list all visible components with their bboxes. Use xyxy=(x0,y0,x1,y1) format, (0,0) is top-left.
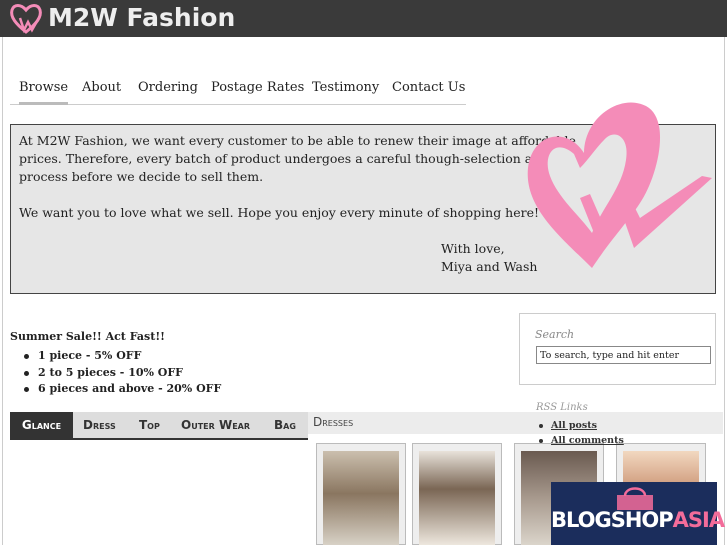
heart-w-graphic xyxy=(527,102,712,268)
heart-w-logo-icon[interactable] xyxy=(8,2,44,36)
rss-link-all-posts[interactable]: All posts xyxy=(536,418,624,433)
tab-dress[interactable]: Dress xyxy=(83,412,116,438)
blogshopasia-ad[interactable]: BLOGSHOPASIA xyxy=(551,482,725,545)
search-input[interactable] xyxy=(536,346,711,364)
nav-item-contact-us[interactable]: Contact Us xyxy=(392,78,465,98)
intro-text-line1: At M2W Fashion, we want every customer t… xyxy=(19,133,576,148)
signoff-line1: With love, xyxy=(441,241,505,256)
ad-text: BLOGSHOPASIA xyxy=(551,508,725,532)
sale-item: 1 piece - 5% OFF xyxy=(10,348,270,365)
sale-list: 1 piece - 5% OFF 2 to 5 pieces - 10% OFF… xyxy=(10,348,270,398)
shopping-bag-icon xyxy=(617,487,653,510)
intro-text-line3: process before we decide to sell them. xyxy=(19,169,264,184)
product-thumbnail[interactable] xyxy=(412,443,502,545)
nav-item-testimony[interactable]: Testimony xyxy=(312,78,379,98)
site-header: M2W Fashion xyxy=(0,0,727,37)
search-label: Search xyxy=(535,328,575,341)
dresses-header: Dresses xyxy=(308,412,723,434)
nav-item-ordering[interactable]: Ordering xyxy=(138,78,198,98)
intro-text-paragraph2: We want you to love what we sell. Hope y… xyxy=(19,205,540,220)
intro-text-line2: prices. Therefore, every batch of produc… xyxy=(19,151,604,166)
product-image[interactable] xyxy=(419,451,495,545)
rss-title: RSS Links xyxy=(536,402,588,413)
search-widget: Search xyxy=(519,313,716,385)
nav-item-browse[interactable]: Browse xyxy=(19,78,69,105)
tab-top[interactable]: Top xyxy=(139,412,160,438)
sale-item: 6 pieces and above - 20% OFF xyxy=(10,381,270,398)
ad-text-main: BLOGSHOP xyxy=(551,508,674,532)
dresses-title: Dresses xyxy=(313,415,354,429)
product-image[interactable] xyxy=(323,451,399,545)
tab-glance[interactable]: Glance xyxy=(10,412,73,438)
ad-text-accent: ASIA xyxy=(672,508,725,532)
sale-item: 2 to 5 pieces - 10% OFF xyxy=(10,365,270,382)
nav-item-about[interactable]: About xyxy=(82,78,121,98)
product-thumbnail[interactable] xyxy=(316,443,406,545)
category-tabs: Glance Dress Top Outer Wear Bag xyxy=(10,412,308,440)
rss-link-all-comments[interactable]: All comments xyxy=(536,433,624,448)
sale-title: Summer Sale!! Act Fast!! xyxy=(10,330,165,343)
tab-bag[interactable]: Bag xyxy=(274,412,296,438)
rss-list: All posts All comments xyxy=(536,418,624,448)
main-nav: Browse About Ordering Postage Rates Test… xyxy=(10,76,466,105)
nav-item-postage-rates[interactable]: Postage Rates xyxy=(211,78,304,98)
site-title[interactable]: M2W Fashion xyxy=(48,2,235,34)
tab-outer-wear[interactable]: Outer Wear xyxy=(181,412,250,438)
sale-section: Summer Sale!! Act Fast!! 1 piece - 5% OF… xyxy=(10,330,270,398)
